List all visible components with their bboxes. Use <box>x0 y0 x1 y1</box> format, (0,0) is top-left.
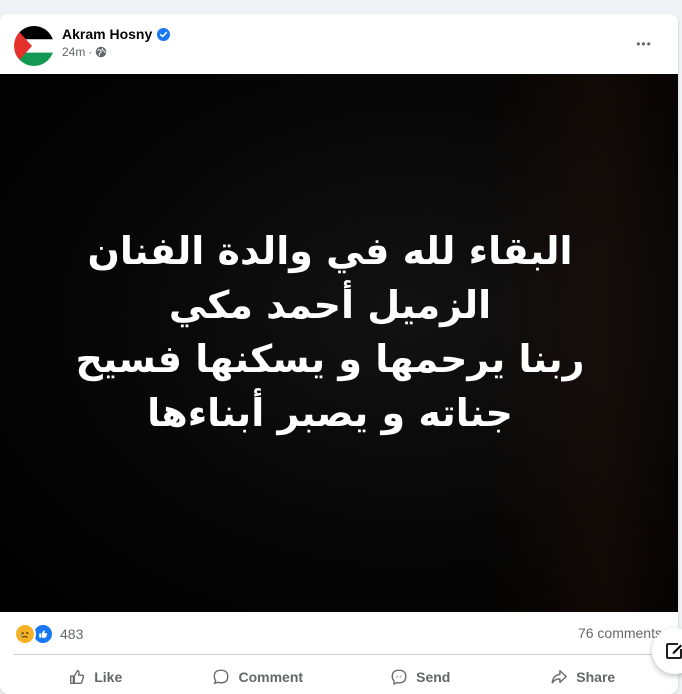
comment-button[interactable]: Comment <box>177 659 340 694</box>
globe-icon[interactable] <box>95 46 107 58</box>
post-timestamp[interactable]: 24m <box>62 45 85 59</box>
more-options-button[interactable]: ••• <box>626 30 662 58</box>
comment-icon <box>214 669 229 685</box>
image-text-line: البقاء لله في والدة الفنان <box>87 229 573 273</box>
verified-badge-icon <box>157 27 171 41</box>
author-name[interactable]: Akram Hosny <box>62 26 152 42</box>
messenger-icon <box>391 669 407 686</box>
comment-label: Comment <box>238 669 304 685</box>
image-text-line: الزميل أحمد مكي <box>168 283 492 327</box>
image-text-line: ربنا يرحمها و يسكنها فسيح <box>75 337 585 381</box>
palestine-flag-avatar <box>14 26 54 66</box>
send-button[interactable]: Send <box>339 659 502 694</box>
image-text-line: جناته و يصبر أبناءها <box>147 391 513 435</box>
post-image[interactable]: البقاء لله في والدة الفنان الزميل أحمد م… <box>0 74 678 612</box>
share-icon <box>551 670 568 684</box>
avatar[interactable] <box>14 26 54 66</box>
image-text: البقاء لله في والدة الفنان الزميل أحمد م… <box>60 224 600 440</box>
like-button[interactable]: Like <box>14 659 177 694</box>
post-meta: 24m · <box>62 45 107 59</box>
meta-separator: · <box>88 45 93 59</box>
reactions-summary[interactable]: 483 <box>14 623 84 645</box>
compose-icon <box>666 643 682 659</box>
share-button[interactable]: Share <box>502 659 665 694</box>
comments-count[interactable]: 76 comments <box>578 625 662 641</box>
more-options-icon: ••• <box>636 37 652 51</box>
divider <box>14 654 664 655</box>
send-label: Send <box>416 669 451 685</box>
like-label: Like <box>94 669 123 685</box>
share-label: Share <box>576 669 616 685</box>
post-actions: Like Comment Send Share <box>14 659 664 694</box>
post-header: Akram Hosny 24m · ••• <box>0 14 678 74</box>
post-card: Akram Hosny 24m · ••• البقاء لله في والد… <box>0 14 678 694</box>
post-author: Akram Hosny <box>62 26 171 42</box>
like-icon <box>70 670 85 684</box>
sad-reaction-icon <box>14 623 36 645</box>
reaction-count: 483 <box>60 626 84 642</box>
